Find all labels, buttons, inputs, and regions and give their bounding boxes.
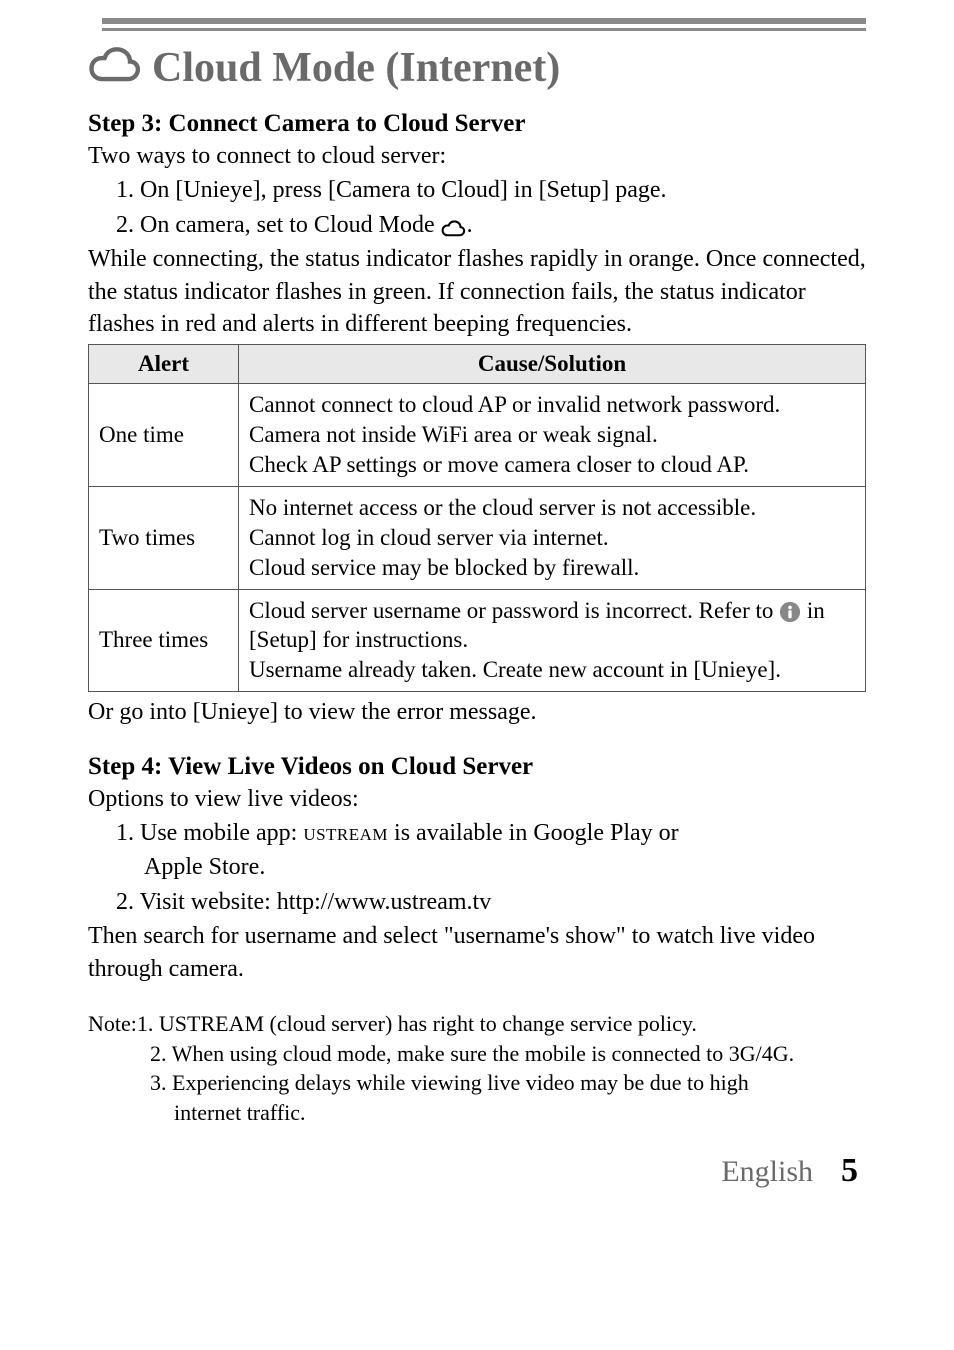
ustream-brand: ustream	[303, 820, 388, 846]
table-row: One time Cannot connect to cloud AP or i…	[89, 384, 866, 487]
step4-heading: Step 4: View Live Videos on Cloud Server	[88, 753, 866, 781]
document-page: Cloud Mode (Internet) Step 3: Connect Ca…	[0, 0, 954, 1210]
alert-cell: Two times	[89, 486, 239, 589]
cause-pre: Cloud server username or password is inc…	[249, 598, 779, 623]
cause-cell: Cannot connect to cloud AP or invalid ne…	[239, 384, 866, 487]
alert-cell: One time	[89, 384, 239, 487]
alert-cell: Three times	[89, 589, 239, 692]
table-row: Three times Cloud server username or pas…	[89, 589, 866, 692]
table-header-row: Alert Cause/Solution	[89, 345, 866, 384]
step3-intro: Two ways to connect to cloud server:	[88, 140, 866, 172]
cause-cell: Cloud server username or password is inc…	[239, 589, 866, 692]
step4-intro: Options to view live videos:	[88, 783, 866, 815]
page-title: Cloud Mode (Internet)	[152, 44, 560, 92]
footer-language: English	[721, 1155, 813, 1189]
step3-para: While connecting, the status indicator f…	[88, 243, 866, 340]
note-2: 2. When using cloud mode, make sure the …	[88, 1039, 866, 1069]
step3-item2-pre: 2. On camera, set to Cloud Mode	[116, 212, 441, 238]
note-1: Note: 1. USTREAM (cloud server) has righ…	[88, 1009, 866, 1039]
step4-item1-line2: Apple Store.	[88, 851, 866, 883]
col-cause-header: Cause/Solution	[239, 345, 866, 384]
note-3a: 3. Experiencing delays while viewing liv…	[88, 1068, 866, 1098]
step3-after-table: Or go into [Unieye] to view the error me…	[88, 696, 866, 728]
step4-item1-post: is available in Google Play or	[388, 820, 679, 846]
footer-page-number: 5	[841, 1152, 858, 1190]
notes-block: Note: 1. USTREAM (cloud server) has righ…	[88, 1009, 866, 1128]
info-icon	[779, 601, 801, 623]
alert-table: Alert Cause/Solution One time Cannot con…	[88, 344, 866, 692]
step3-item1: 1. On [Unieye], press [Camera to Cloud] …	[88, 174, 866, 206]
cloud-icon	[88, 37, 144, 98]
step3-item2: 2. On camera, set to Cloud Mode .	[88, 209, 866, 241]
step4-item1-pre: 1. Use mobile app:	[116, 820, 303, 846]
note-1-text: 1. USTREAM (cloud server) has right to c…	[137, 1009, 697, 1039]
step3-item2-post: .	[467, 212, 473, 238]
note-3b: internet traffic.	[88, 1098, 866, 1128]
step4-item2: 2. Visit website: http://www.ustream.tv	[88, 886, 866, 918]
note-prefix: Note:	[88, 1009, 137, 1039]
cloud-icon-inline	[441, 215, 467, 237]
page-title-row: Cloud Mode (Internet)	[88, 37, 866, 98]
step3-heading: Step 3: Connect Camera to Cloud Server	[88, 110, 866, 138]
cause-cell: No internet access or the cloud server i…	[239, 486, 866, 589]
page-footer: English 5	[88, 1152, 866, 1190]
col-alert-header: Alert	[89, 345, 239, 384]
step4-para: Then search for username and select "use…	[88, 920, 866, 985]
header-rule	[102, 18, 866, 31]
table-row: Two times No internet access or the clou…	[89, 486, 866, 589]
step4-item1: 1. Use mobile app: ustream is available …	[88, 817, 866, 849]
